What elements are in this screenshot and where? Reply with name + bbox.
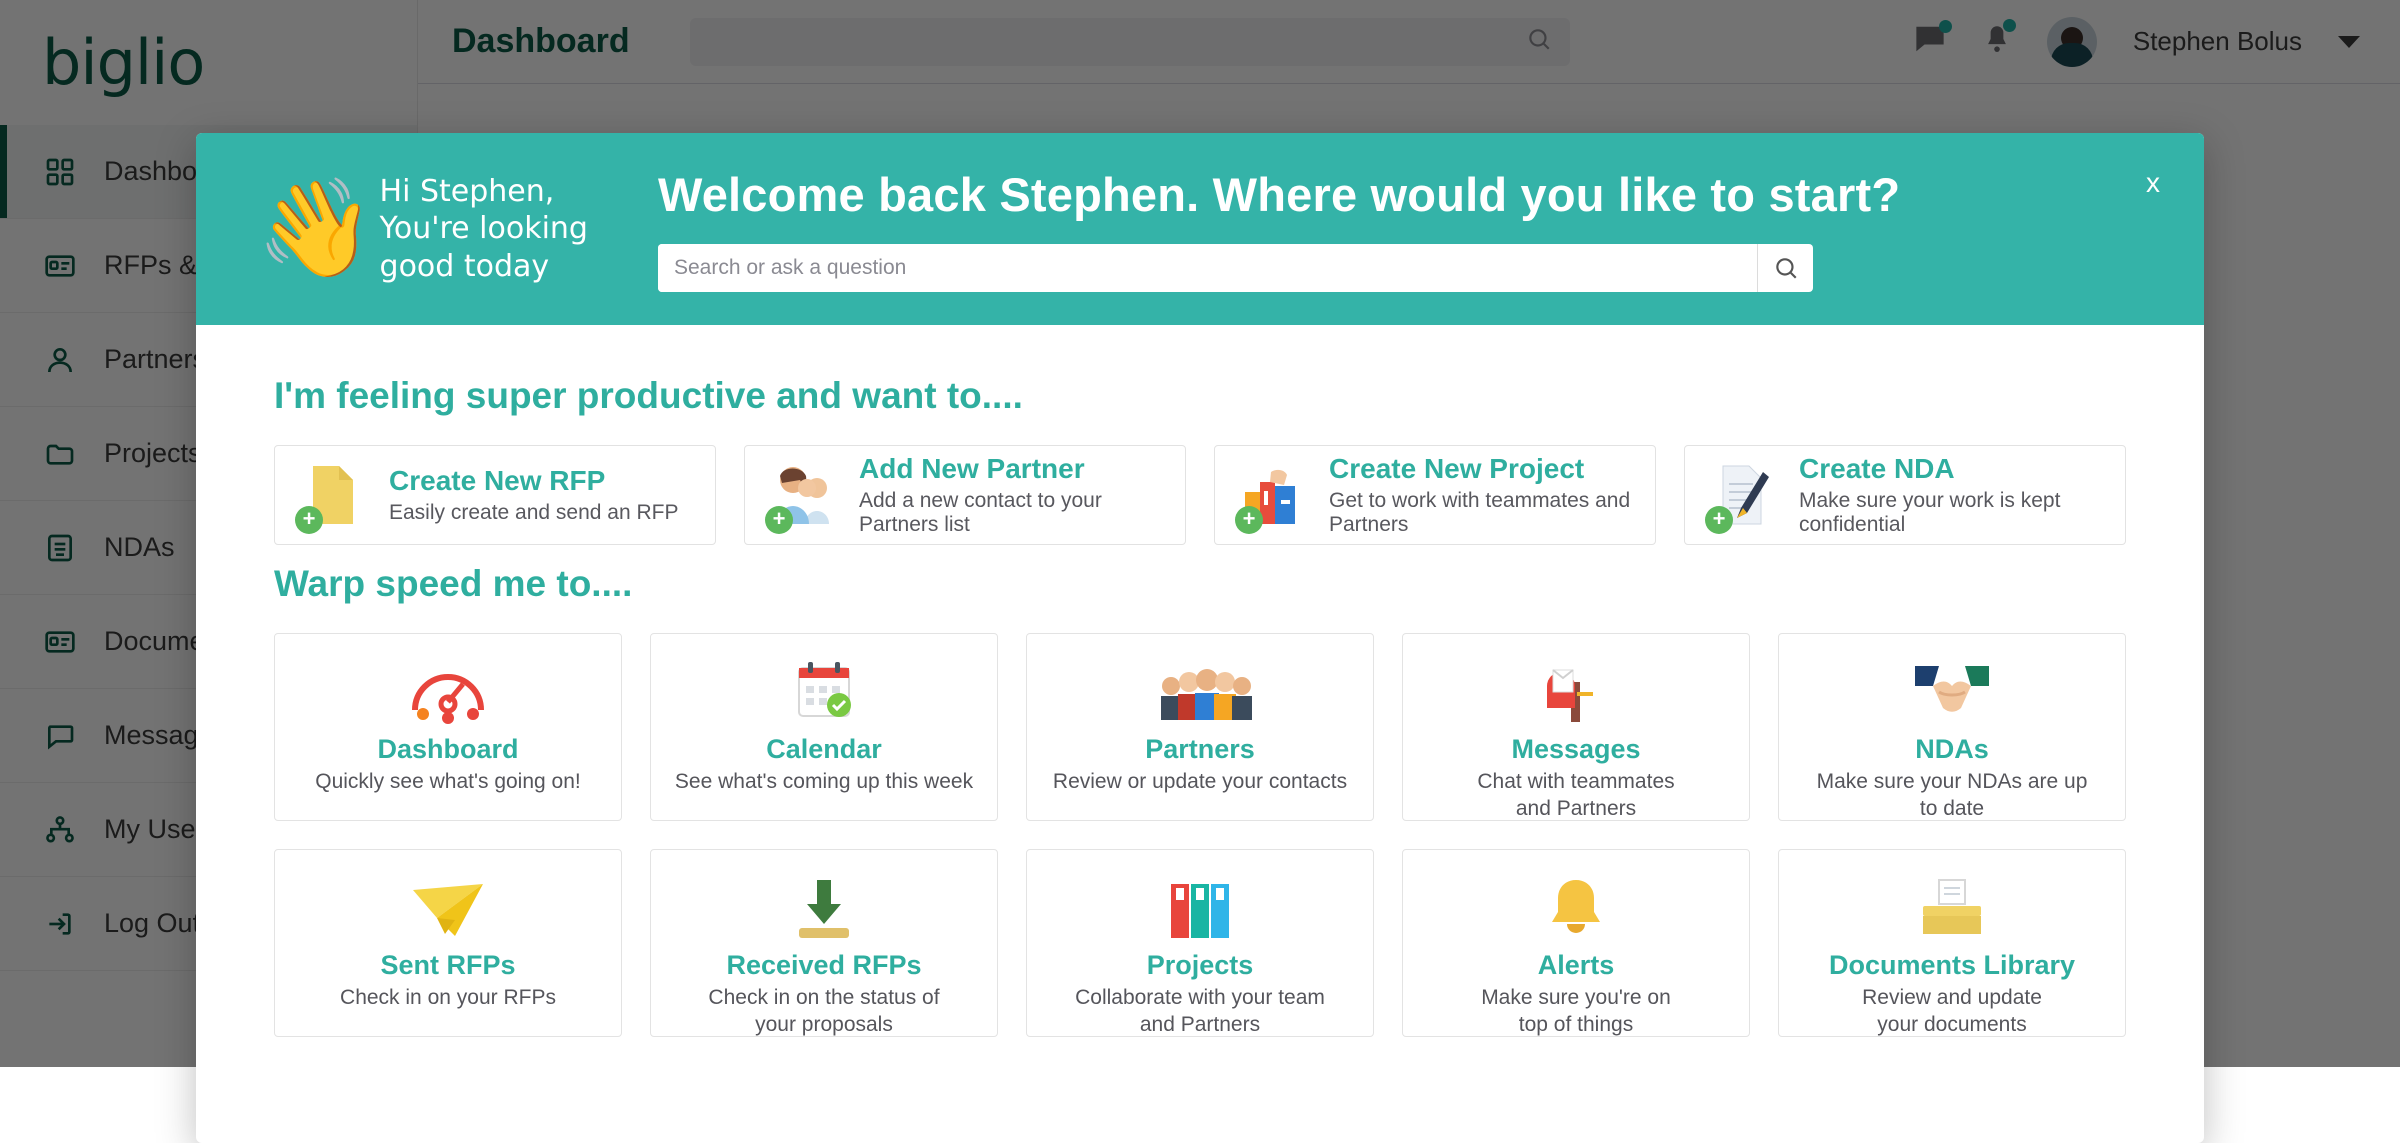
contract-pen-icon: + [1707,458,1781,532]
add-badge: + [295,506,323,534]
mailbox-icon [1533,656,1619,728]
welcome-modal: 👋 Hi Stephen, You're looking good today … [196,133,2204,1143]
tile-alerts[interactable]: Alerts Make sure you're on top of things [1402,849,1750,1037]
create-nda-card[interactable]: + Create NDA Make sure your work is kept… [1684,445,2126,545]
paper-plane-icon [405,872,491,944]
tile-subtitle: Make sure you're on top of things [1467,985,1685,1039]
action-title: Add New Partner [859,453,1163,485]
tile-sent-rfps[interactable]: Sent RFPs Check in on your RFPs [274,849,622,1037]
tile-subtitle: See what's coming up this week [661,769,987,796]
bell-icon [1533,872,1619,944]
action-title: Create New RFP [389,465,679,497]
tile-title: NDAs [1915,734,1989,765]
warp-heading: Warp speed me to.... [274,563,2126,605]
tile-subtitle: Review and update your documents [1848,985,2056,1039]
tiles-row-1: Dashboard Quickly see what's going on! C… [274,633,2126,821]
document-add-icon: + [297,458,371,532]
greeting-line-1: Hi Stephen, [380,174,555,209]
create-new-project-card[interactable]: + Create New Project Get to work with te… [1214,445,1656,545]
productive-heading: I'm feeling super productive and want to… [274,375,2126,417]
tile-subtitle: Collaborate with your team and Partners [1061,985,1339,1039]
greeting-block: 👋 Hi Stephen, You're looking good today [256,173,636,285]
close-icon[interactable]: x [2146,169,2160,197]
search-input[interactable] [658,244,1757,292]
tile-title: Projects [1147,950,1254,981]
binders-icon [1157,872,1243,944]
tile-ndas[interactable]: NDAs Make sure your NDAs are up to date [1778,633,2126,821]
tile-subtitle: Check in on the status of your proposals [694,985,953,1039]
tile-subtitle: Check in on your RFPs [326,985,570,1012]
people-group-icon [1157,656,1243,728]
action-subtitle: Get to work with teammates and Partners [1329,489,1633,537]
add-badge: + [1705,506,1733,534]
modal-search-bar [658,244,1813,292]
tile-title: Sent RFPs [380,950,515,981]
file-tray-icon [1909,872,1995,944]
action-title: Create New Project [1329,453,1633,485]
waving-hand-icon: 👋 [256,181,376,277]
tile-projects[interactable]: Projects Collaborate with your team and … [1026,849,1374,1037]
tile-dashboard[interactable]: Dashboard Quickly see what's going on! [274,633,622,821]
tile-title: Alerts [1538,950,1615,981]
handshake-icon [1909,656,1995,728]
search-button[interactable] [1757,244,1813,292]
tile-partners[interactable]: Partners Review or update your contacts [1026,633,1374,821]
calendar-check-icon [781,656,867,728]
people-add-icon: + [767,458,841,532]
create-new-rfp-card[interactable]: + Create New RFP Easily create and send … [274,445,716,545]
tile-title: Dashboard [377,734,518,765]
add-new-partner-card[interactable]: + Add New Partner Add a new contact to y… [744,445,1186,545]
modal-body: I'm feeling super productive and want to… [196,325,2204,1037]
action-text: Add New Partner Add a new contact to you… [859,453,1163,537]
tile-title: Received RFPs [726,950,921,981]
tile-title: Partners [1145,734,1255,765]
tile-subtitle: Quickly see what's going on! [301,769,594,796]
gauge-icon [405,656,491,728]
tile-received-rfps[interactable]: Received RFPs Check in on the status of … [650,849,998,1037]
action-subtitle: Easily create and send an RFP [389,501,679,525]
greeting-line-3: good today [380,249,550,284]
tile-title: Calendar [766,734,882,765]
tiles-row-2: Sent RFPs Check in on your RFPs Received… [274,849,2126,1037]
action-subtitle: Make sure your work is kept confidential [1799,489,2103,537]
tile-messages[interactable]: Messages Chat with teammates and Partner… [1402,633,1750,821]
binders-add-icon: + [1237,458,1311,532]
add-badge: + [765,506,793,534]
greeting-text: Hi Stephen, You're looking good today [380,173,588,285]
action-text: Create New Project Get to work with team… [1329,453,1633,537]
tile-subtitle: Chat with teammates and Partners [1463,769,1688,823]
action-subtitle: Add a new contact to your Partners list [859,489,1163,537]
modal-header-main: Welcome back Stephen. Where would you li… [636,167,2204,292]
tile-subtitle: Make sure your NDAs are up to date [1803,769,2102,823]
action-text: Create New RFP Easily create and send an… [389,465,679,525]
tile-subtitle: Review or update your contacts [1039,769,1361,796]
greeting-line-2: You're looking [380,211,588,246]
tile-calendar[interactable]: Calendar See what's coming up this week [650,633,998,821]
modal-header: 👋 Hi Stephen, You're looking good today … [196,133,2204,325]
action-text: Create NDA Make sure your work is kept c… [1799,453,2103,537]
welcome-title: Welcome back Stephen. Where would you li… [658,167,2144,222]
tile-documents-library[interactable]: Documents Library Review and update your… [1778,849,2126,1037]
download-tray-icon [781,872,867,944]
primary-actions-row: + Create New RFP Easily create and send … [274,445,2126,545]
tile-title: Messages [1511,734,1640,765]
action-title: Create NDA [1799,453,2103,485]
add-badge: + [1235,506,1263,534]
tile-title: Documents Library [1829,950,2075,981]
